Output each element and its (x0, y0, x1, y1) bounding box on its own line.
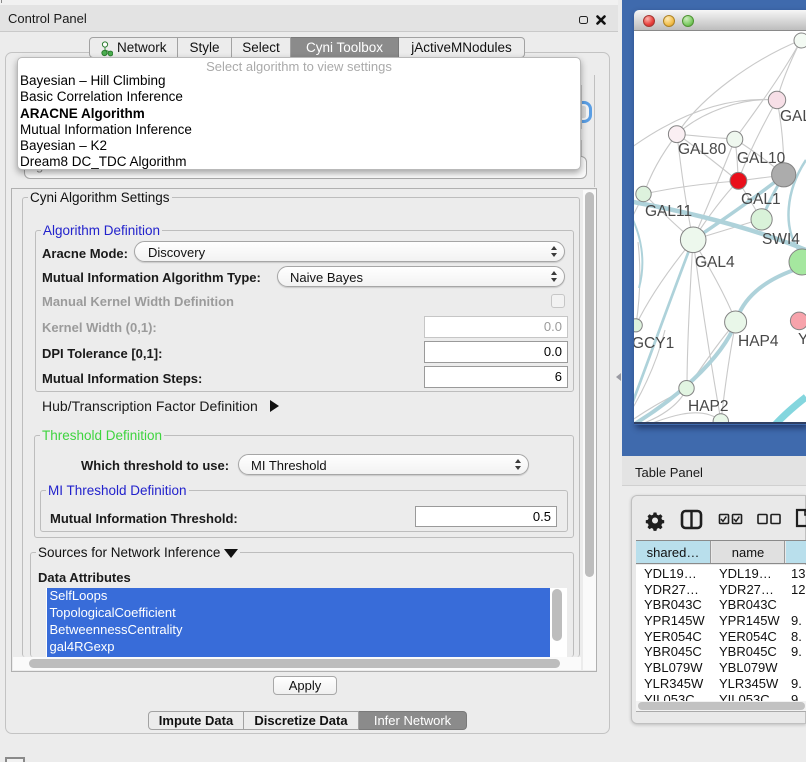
svg-text:HAP2: HAP2 (688, 398, 729, 415)
svg-text:GCY1: GCY1 (634, 335, 674, 352)
svg-text:HAP4: HAP4 (738, 333, 779, 350)
svg-text:YB: YB (798, 331, 806, 348)
svg-text:GAL1: GAL1 (741, 191, 781, 208)
svg-text:GAL10: GAL10 (737, 150, 786, 167)
svg-text:GAL80: GAL80 (678, 141, 727, 158)
svg-text:GAL11: GAL11 (645, 203, 692, 220)
svg-text:GAL7: GAL7 (780, 108, 806, 125)
svg-text:GAL4: GAL4 (695, 254, 735, 271)
svg-text:SWI4: SWI4 (762, 231, 800, 248)
